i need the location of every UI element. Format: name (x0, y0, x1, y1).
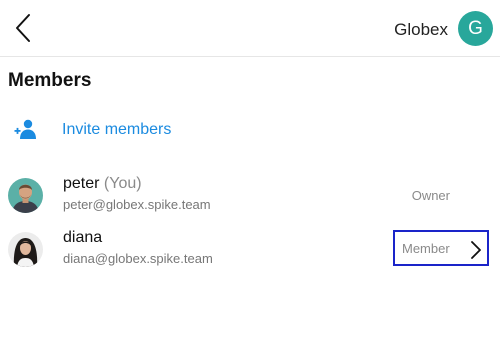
top-bar: Globex G (0, 0, 500, 57)
org-avatar[interactable]: G (458, 11, 493, 46)
page-title: Members (8, 70, 92, 91)
member-email: diana@globex.spike.team (63, 251, 213, 266)
member-name: peter (63, 175, 100, 192)
member-role: Owner (411, 188, 450, 203)
add-user-icon (14, 119, 36, 139)
peter-avatar-image (8, 178, 43, 213)
member-row-peter: peter (You) peter@globex.spike.team Owne… (0, 173, 500, 221)
you-tag: (You) (103, 175, 142, 192)
org-name[interactable]: Globex (394, 20, 448, 40)
member-row-diana[interactable]: diana diana@globex.spike.team Member (0, 227, 500, 275)
invite-members-button[interactable]: Invite members (0, 114, 500, 148)
member-name-line: diana (63, 229, 102, 247)
member-role: Member (402, 241, 450, 256)
avatar (8, 232, 43, 267)
back-arrow-icon (16, 14, 30, 42)
member-name-line: peter (You) (63, 175, 142, 193)
member-email: peter@globex.spike.team (63, 197, 211, 212)
back-button[interactable] (12, 10, 38, 46)
member-name: diana (63, 229, 103, 246)
member-role-dropdown[interactable]: Member (393, 230, 489, 266)
avatar (8, 178, 43, 213)
chevron-right-icon (471, 241, 481, 259)
invite-members-label: Invite members (62, 121, 172, 138)
diana-avatar-image (8, 232, 43, 267)
